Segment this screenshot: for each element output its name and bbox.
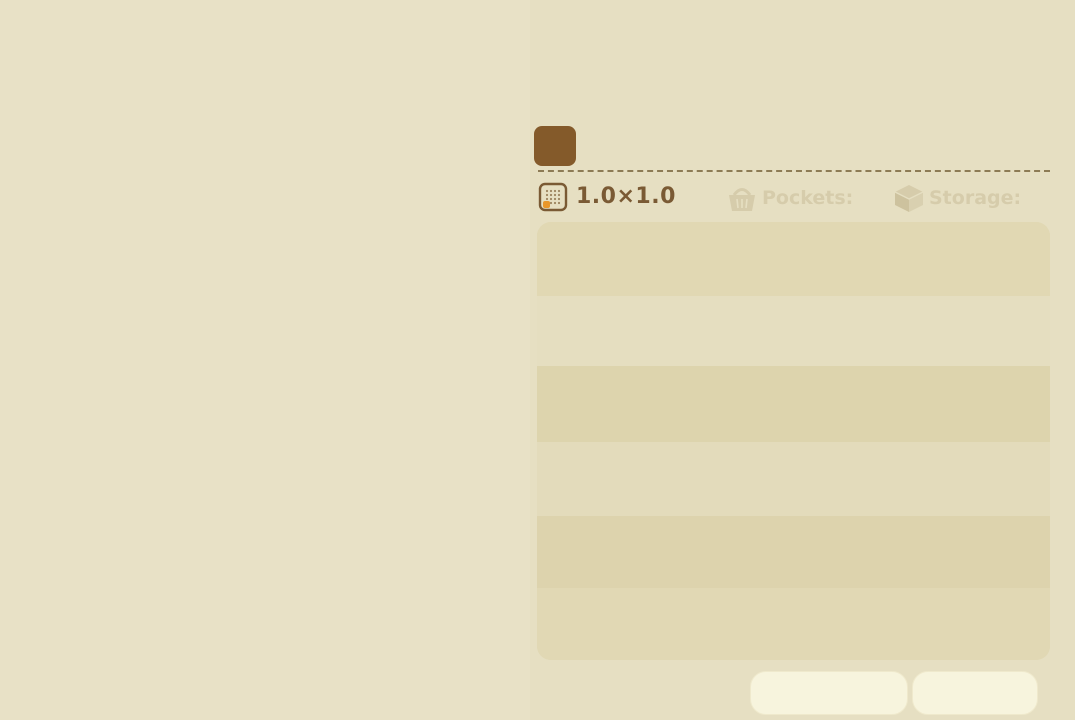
description-line xyxy=(537,442,1050,516)
description-line xyxy=(537,296,1050,366)
storage-label: Storage: xyxy=(929,187,1022,209)
item-detail-screen: 1.0×1.0 Pockets: Storage: xyxy=(0,0,1075,720)
dashed-divider xyxy=(538,170,1050,172)
item-stats-row: 1.0×1.0 Pockets: Storage: xyxy=(536,182,1048,216)
description-line xyxy=(537,222,1050,296)
grid-size-icon xyxy=(538,182,568,212)
basket-icon xyxy=(729,188,755,211)
category-square-icon xyxy=(534,126,576,166)
secondary-action-button[interactable] xyxy=(912,671,1038,715)
description-box xyxy=(537,222,1050,660)
description-line xyxy=(537,588,1050,660)
primary-action-button[interactable] xyxy=(750,671,908,715)
item-preview-area xyxy=(0,0,530,720)
description-line xyxy=(537,516,1050,588)
pockets-label: Pockets: xyxy=(762,187,854,209)
storage-box-icon xyxy=(894,185,924,212)
item-size-value: 1.0×1.0 xyxy=(576,184,676,209)
description-line xyxy=(537,366,1050,442)
